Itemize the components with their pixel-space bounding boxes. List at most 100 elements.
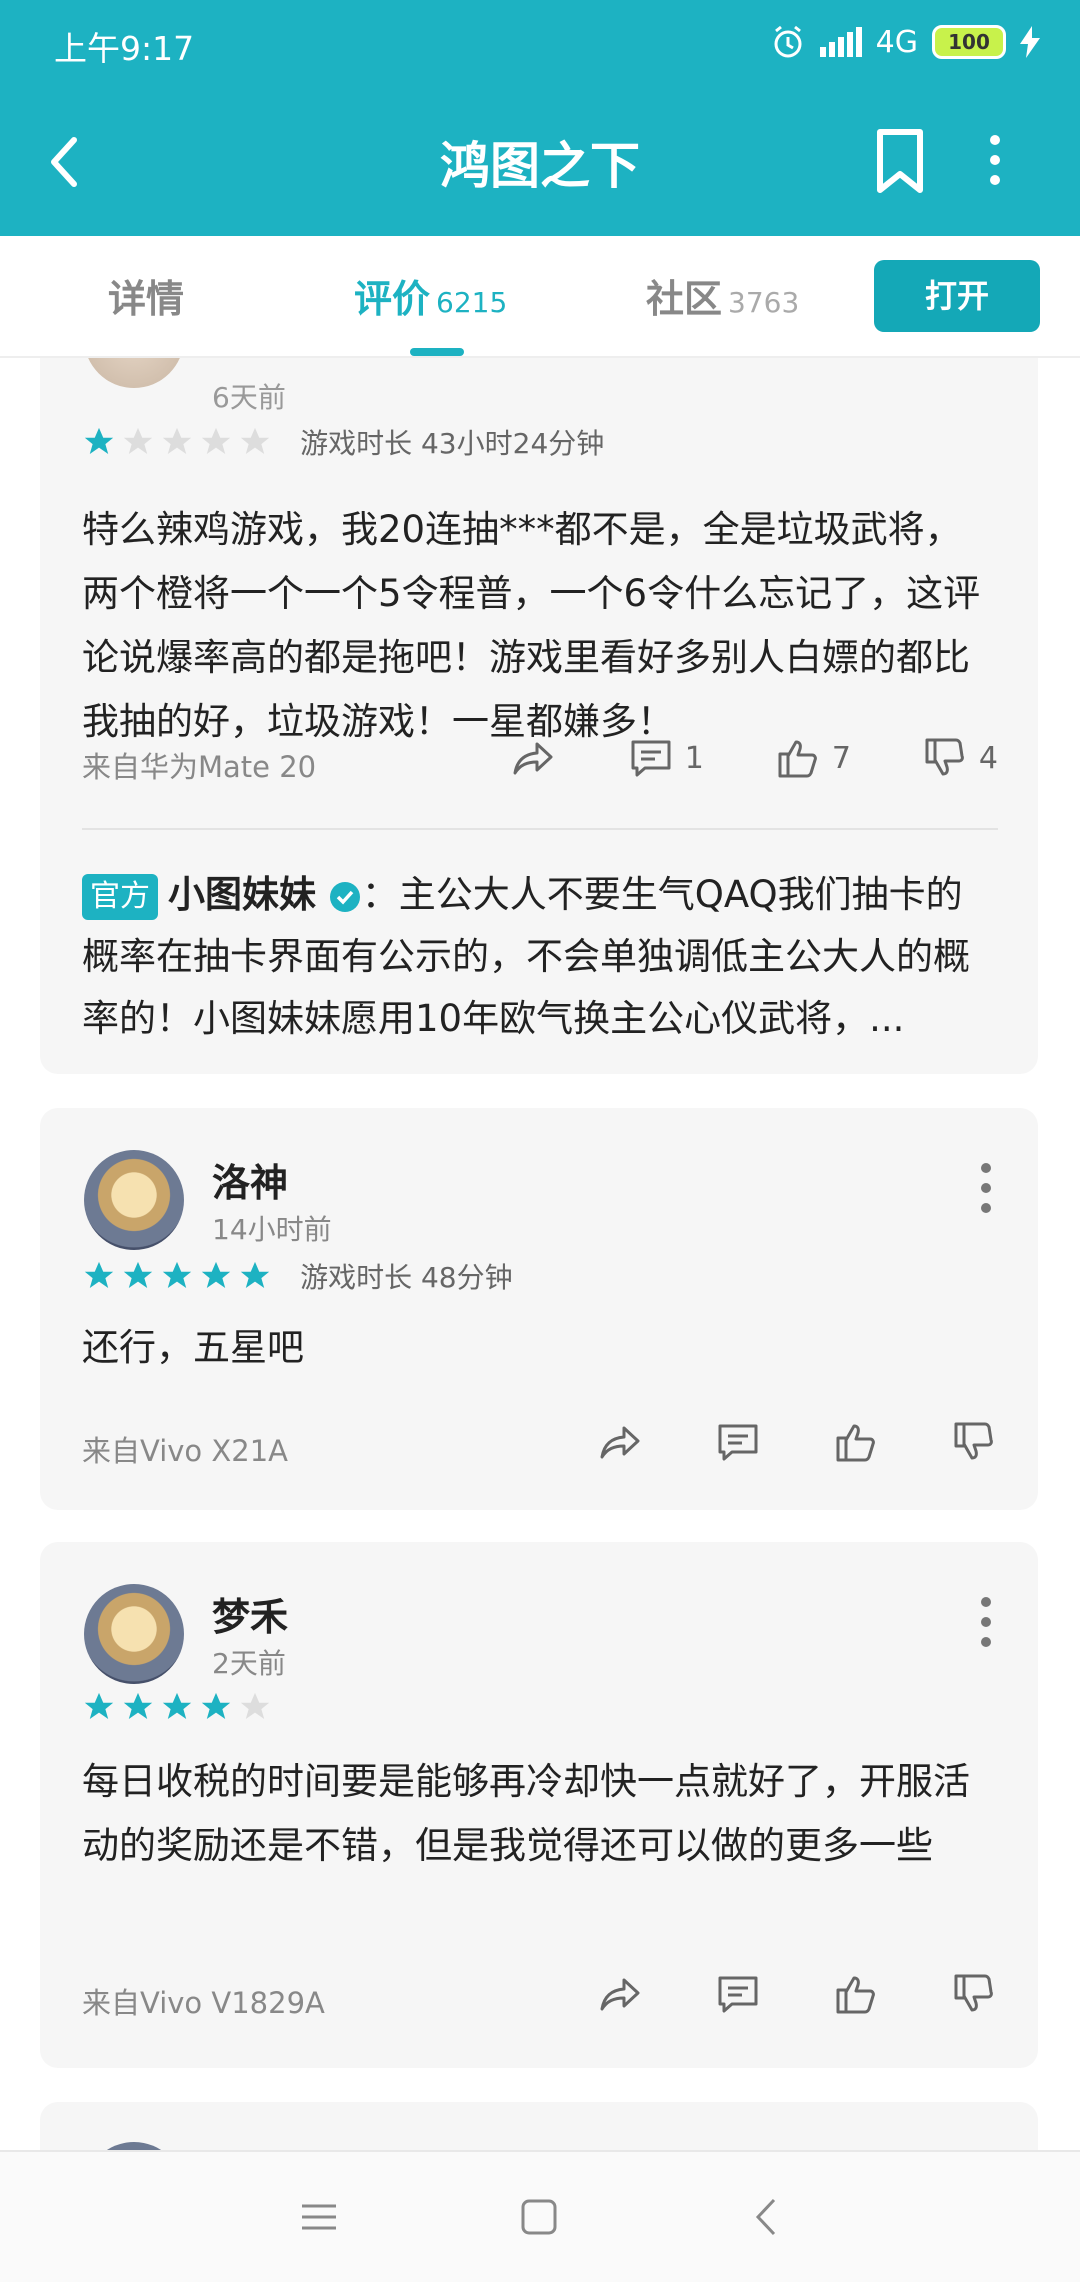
star-icon xyxy=(240,427,270,455)
network-type: 4G xyxy=(875,24,918,60)
star-icon xyxy=(84,427,114,455)
rating-row: 游戏时长 43小时24分钟 xyxy=(82,422,604,462)
open-button[interactable]: 打开 xyxy=(874,260,1040,332)
star-icon xyxy=(123,1261,153,1289)
back-icon[interactable] xyxy=(742,2192,792,2242)
official-reply[interactable]: 官方 小图妹妹 ：主公大人不要生气QAQ我们抽卡的概率在抽卡界面有公示的，不会单独… xyxy=(82,864,998,1050)
tab-bar: 详情 评价 6215 社区 3763 打开 xyxy=(0,236,1080,358)
thumbs-down-icon xyxy=(954,1422,993,1460)
star-icon xyxy=(162,1692,192,1720)
playtime: 游戏时长 48分钟 xyxy=(300,1261,513,1294)
status-time: 上午9:17 xyxy=(54,29,195,68)
official-badge: 官方 xyxy=(82,873,158,920)
share-icon xyxy=(600,1426,640,1459)
review-time: 14小时前 xyxy=(212,1213,332,1246)
thumbs-up-icon xyxy=(778,740,817,778)
tab-reviews[interactable]: 评价 6215 xyxy=(354,268,507,323)
star-icon xyxy=(162,1261,192,1289)
like-button[interactable] xyxy=(832,1418,880,1466)
review-card: 梦禾 2天前 每日收税的时间要是能够再冷却快一点就好了，开服活动的奖励还是不错，… xyxy=(40,1542,1038,2068)
divider xyxy=(82,828,998,830)
review-text[interactable]: 还行，五星吧 xyxy=(82,1316,998,1380)
device-label: 来自Vivo V1829A xyxy=(82,1986,325,2020)
star-icon xyxy=(123,427,153,455)
dislike-count: 4 xyxy=(978,740,998,776)
thumbs-up-icon xyxy=(836,1424,875,1462)
avatar[interactable] xyxy=(84,2142,184,2150)
battery-level: 100 xyxy=(932,25,1006,59)
dislike-button[interactable] xyxy=(950,1970,998,2018)
app-header: 上午9:17 4G 100 鸿图之下 xyxy=(0,0,1080,236)
thumbs-up-icon xyxy=(836,1976,875,2014)
more-vertical-icon[interactable] xyxy=(980,1594,992,1650)
nav-bar: 鸿图之下 xyxy=(0,100,1080,220)
comment-button[interactable] xyxy=(714,1418,762,1466)
status-icons: 4G 100 xyxy=(770,24,1040,60)
review-card: 6天前 游戏时长 43小时24分钟 特么辣鸡游戏，我20连抽***都不是，全是垃… xyxy=(40,358,1038,1074)
star-icon xyxy=(201,1261,231,1289)
star-rating xyxy=(82,1261,282,1289)
thumbs-down-icon xyxy=(925,738,964,776)
review-card xyxy=(40,2102,1038,2150)
dislike-button[interactable]: 4 xyxy=(921,734,998,782)
avatar[interactable] xyxy=(84,1150,184,1250)
active-tab-indicator xyxy=(410,348,464,356)
charging-icon xyxy=(1020,26,1040,58)
like-count: 7 xyxy=(831,740,851,776)
review-time: 6天前 xyxy=(212,381,286,414)
rating-row xyxy=(82,1690,277,1724)
comment-count: 1 xyxy=(684,740,704,776)
comment-icon xyxy=(631,740,671,777)
star-icon xyxy=(240,1261,270,1289)
tab-community[interactable]: 社区 3763 xyxy=(646,268,799,323)
signal-icon xyxy=(819,27,862,57)
star-icon xyxy=(201,1692,231,1720)
device-label: 来自Vivo X21A xyxy=(82,1434,288,1468)
bookmark-icon[interactable] xyxy=(870,126,930,196)
reviewer-name[interactable]: 梦禾 xyxy=(212,1586,288,1641)
device-label: 来自华为Mate 20 xyxy=(82,750,317,784)
tab-details[interactable]: 详情 xyxy=(108,268,184,323)
star-icon xyxy=(162,427,192,455)
star-icon xyxy=(84,1692,114,1720)
avatar[interactable] xyxy=(84,1584,184,1684)
star-icon xyxy=(84,1261,114,1289)
avatar[interactable] xyxy=(84,358,184,388)
star-rating xyxy=(82,427,282,455)
review-actions: 1 7 4 xyxy=(439,734,998,782)
share-button[interactable] xyxy=(509,734,557,782)
star-rating xyxy=(82,1692,277,1720)
review-actions xyxy=(526,1418,998,1466)
share-icon xyxy=(600,1978,640,2011)
comment-button[interactable]: 1 xyxy=(627,734,704,782)
like-button[interactable] xyxy=(832,1970,880,2018)
more-vertical-icon[interactable] xyxy=(980,1160,992,1216)
status-bar: 上午9:17 4G 100 xyxy=(0,0,1080,90)
review-text[interactable]: 特么辣鸡游戏，我20连抽***都不是，全是垃圾武将，两个橙将一个一个5令程普，一… xyxy=(82,498,998,754)
share-icon xyxy=(513,742,553,775)
comment-icon xyxy=(718,1976,758,2013)
star-icon xyxy=(240,1692,270,1720)
star-icon xyxy=(201,427,231,455)
alarm-icon xyxy=(774,25,802,58)
dislike-button[interactable] xyxy=(950,1418,998,1466)
menu-icon[interactable] xyxy=(294,2192,344,2242)
share-button[interactable] xyxy=(596,1418,644,1466)
review-card: 洛神 14小时前 游戏时长 48分钟 还行，五星吧 来自Vivo X21A xyxy=(40,1108,1038,1510)
comment-button[interactable] xyxy=(714,1970,762,2018)
review-actions xyxy=(526,1970,998,2018)
verified-icon xyxy=(329,881,360,912)
like-button[interactable]: 7 xyxy=(774,734,851,782)
reviewer-name[interactable]: 洛神 xyxy=(212,1152,288,1207)
review-text[interactable]: 每日收税的时间要是能够再冷却快一点就好了，开服活动的奖励还是不错，但是我觉得还可… xyxy=(82,1750,998,1878)
reviews-list[interactable]: 6天前 游戏时长 43小时24分钟 特么辣鸡游戏，我20连抽***都不是，全是垃… xyxy=(0,358,1080,2150)
system-nav-bar xyxy=(0,2150,1080,2282)
reply-author: 小图妹妹 xyxy=(168,873,316,916)
share-button[interactable] xyxy=(596,1970,644,2018)
thumbs-down-icon xyxy=(954,1974,993,2012)
playtime: 游戏时长 43小时24分钟 xyxy=(300,427,605,460)
home-icon[interactable] xyxy=(514,2192,564,2242)
review-time: 2天前 xyxy=(212,1647,286,1680)
more-vertical-icon[interactable] xyxy=(980,130,1010,190)
rating-row: 游戏时长 48分钟 xyxy=(82,1256,513,1296)
